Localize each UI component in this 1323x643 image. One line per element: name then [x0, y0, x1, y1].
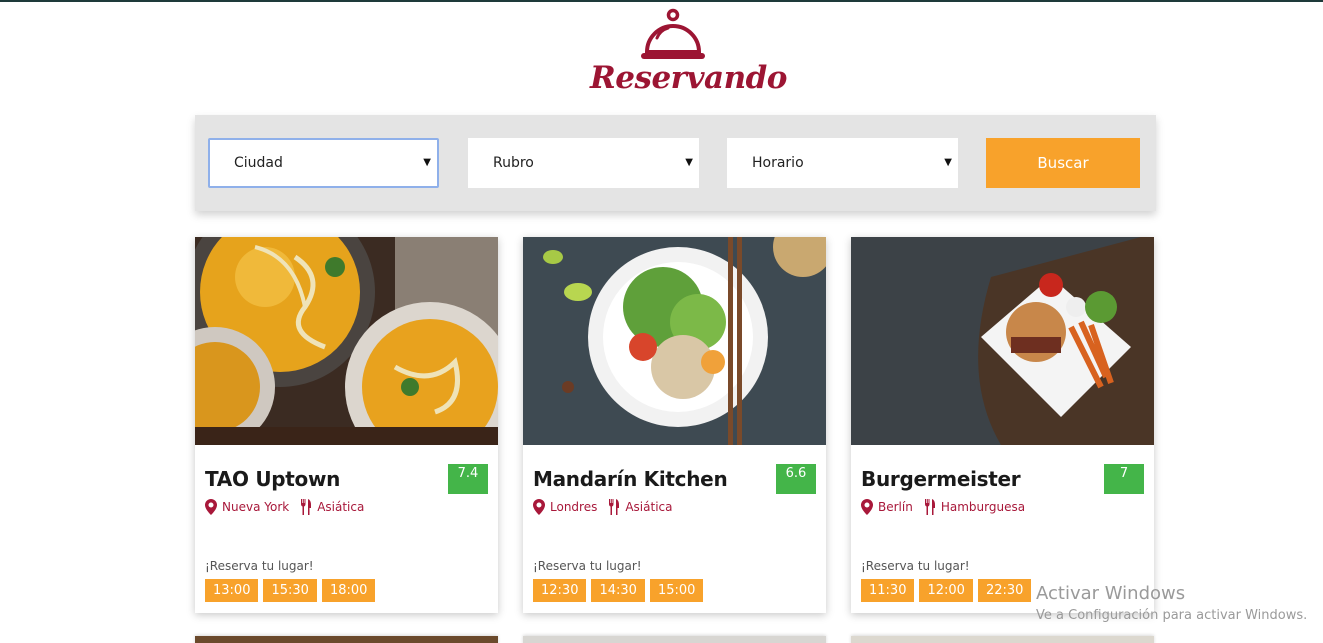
time-slot-button[interactable]: 12:30: [533, 579, 587, 602]
utensils-icon: [609, 499, 620, 515]
chevron-down-icon: ▼: [685, 157, 693, 168]
time-slot-button[interactable]: 12:00: [919, 579, 973, 602]
time-slot-button[interactable]: 22:30: [977, 579, 1032, 602]
restaurant-card-partial[interactable]: [851, 636, 1154, 643]
time-slots: 13:00 15:30 18:00: [205, 579, 380, 602]
restaurant-card[interactable]: TAO Uptown 7.4 Nueva York Asiática ¡Rese…: [195, 237, 498, 613]
watermark-title: Activar Windows: [1036, 583, 1186, 604]
rating-badge: 6.6: [776, 464, 816, 494]
utensils-icon: [301, 499, 312, 515]
map-pin-icon: [861, 499, 873, 515]
restaurant-name[interactable]: Mandarín Kitchen: [533, 467, 728, 491]
restaurant-category: Hamburguesa: [940, 500, 1026, 514]
time-slots: 12:30 14:30 15:00: [533, 579, 708, 602]
time-slot-button[interactable]: 18:00: [321, 579, 376, 602]
restaurant-card[interactable]: Burgermeister 7 Berlín Hamburguesa ¡Rese…: [851, 237, 1154, 613]
time-slot-button[interactable]: 13:00: [205, 579, 259, 602]
restaurant-photo[interactable]: [851, 237, 1154, 445]
cloche-icon: [641, 8, 705, 59]
restaurant-card[interactable]: Mandarín Kitchen 6.6 Londres Asiática ¡R…: [523, 237, 826, 613]
restaurant-city: Londres: [550, 500, 598, 514]
schedule-select[interactable]: Horario ▼: [727, 138, 958, 188]
search-panel: Ciudad ▼ Rubro ▼ Horario ▼ Buscar: [195, 115, 1156, 211]
brand-name: Reservando: [590, 60, 787, 96]
schedule-select-value: Horario: [752, 155, 804, 171]
restaurant-card-partial[interactable]: [523, 636, 826, 643]
windows-activation-watermark: Activar Windows Ve a Configuración para …: [1036, 583, 1307, 623]
restaurant-meta: Nueva York Asiática: [205, 499, 364, 515]
restaurant-city: Nueva York: [222, 500, 290, 514]
restaurant-city: Berlín: [878, 500, 913, 514]
reserve-label: ¡Reserva tu lugar!: [533, 559, 642, 573]
chevron-down-icon: ▼: [423, 157, 431, 168]
restaurant-name[interactable]: TAO Uptown: [205, 467, 340, 491]
restaurant-photo[interactable]: [195, 237, 498, 445]
time-slots: 11:30 12:00 22:30: [861, 579, 1036, 602]
restaurant-category: Asiática: [317, 500, 365, 514]
time-slot-button[interactable]: 15:30: [263, 579, 317, 602]
restaurant-name[interactable]: Burgermeister: [861, 467, 1021, 491]
restaurant-category: Asiática: [625, 500, 673, 514]
category-select-value: Rubro: [493, 155, 534, 171]
brand-logo[interactable]: Reservando: [590, 8, 787, 98]
city-select[interactable]: Ciudad ▼: [208, 138, 439, 188]
restaurant-meta: Londres Asiática: [533, 499, 672, 515]
restaurant-photo[interactable]: [523, 237, 826, 445]
search-button[interactable]: Buscar: [986, 138, 1140, 188]
rating-badge: 7.4: [448, 464, 488, 494]
reserve-label: ¡Reserva tu lugar!: [861, 559, 970, 573]
rating-badge: 7: [1104, 464, 1144, 494]
watermark-subtitle: Ve a Configuración para activar Windows.: [1036, 608, 1308, 623]
map-pin-icon: [533, 499, 545, 515]
reserve-label: ¡Reserva tu lugar!: [205, 559, 314, 573]
map-pin-icon: [205, 499, 217, 515]
time-slot-button[interactable]: 15:00: [649, 579, 704, 602]
chevron-down-icon: ▼: [944, 157, 952, 168]
time-slot-button[interactable]: 14:30: [591, 579, 645, 602]
time-slot-button[interactable]: 11:30: [861, 579, 915, 602]
top-border: [0, 0, 1323, 2]
restaurant-meta: Berlín Hamburguesa: [861, 499, 1025, 515]
utensils-icon: [924, 499, 935, 515]
city-select-value: Ciudad: [234, 155, 283, 171]
category-select[interactable]: Rubro ▼: [468, 138, 699, 188]
restaurant-card-partial[interactable]: [195, 636, 498, 643]
